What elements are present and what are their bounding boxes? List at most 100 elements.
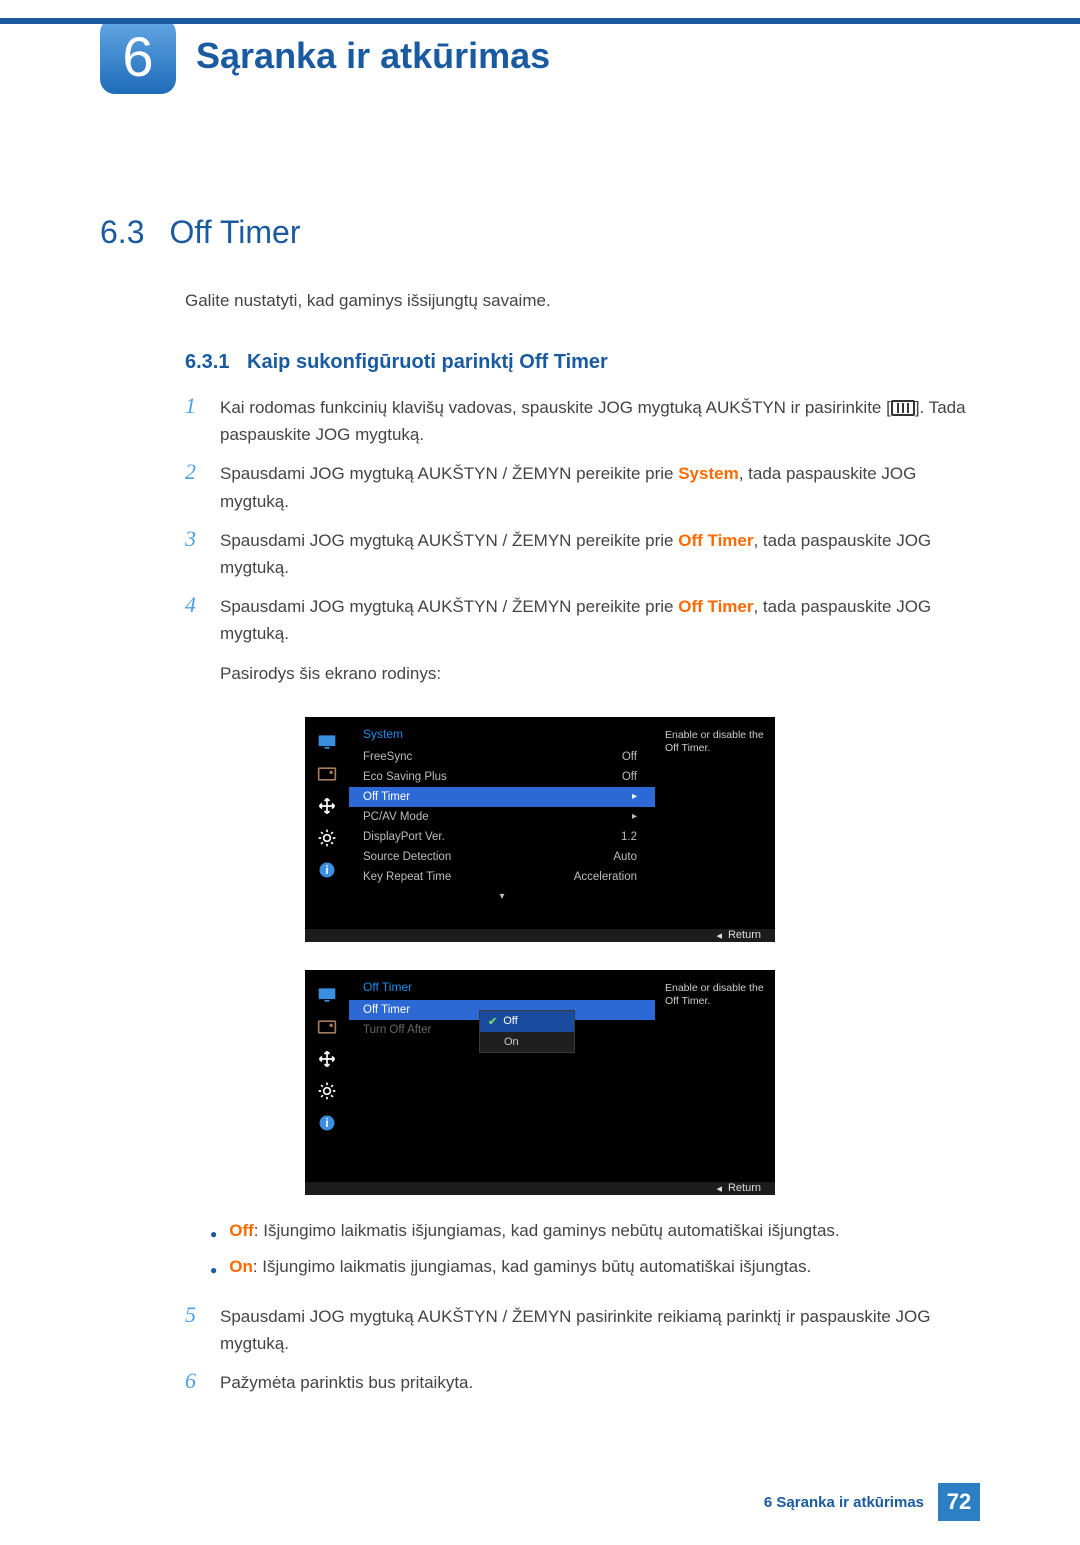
step-2: 2 Spausdami JOG mygtuką AUKŠTYN / ŽEMYN … bbox=[185, 460, 980, 514]
osd-footer: ◂ Return bbox=[305, 1182, 775, 1195]
header-rule bbox=[0, 18, 1080, 24]
step-number: 3 bbox=[185, 527, 205, 581]
highlight-offtimer: Off Timer bbox=[678, 531, 753, 550]
osd-item-source: Source Detection Auto bbox=[349, 847, 655, 867]
step-number: 1 bbox=[185, 394, 205, 448]
highlight-system: System bbox=[678, 464, 738, 483]
bullet-text: On: Išjungimo laikmatis įjungiamas, kad … bbox=[229, 1257, 811, 1283]
osd-item-value: Off bbox=[622, 751, 637, 763]
osd-footer: ◂ Return bbox=[305, 929, 775, 942]
gear-icon bbox=[314, 1080, 340, 1102]
osd-return-label: Return bbox=[728, 1182, 761, 1194]
arrows-icon bbox=[314, 1048, 340, 1070]
highlight-offtimer: Off Timer bbox=[678, 597, 753, 616]
scroll-down-icon: ▾ bbox=[349, 891, 655, 902]
step-5: 5 Spausdami JOG mygtuką AUKŠTYN / ŽEMYN … bbox=[185, 1303, 980, 1357]
info-icon: i bbox=[314, 1112, 340, 1134]
step-text: Spausdami JOG mygtuką AUKŠTYN / ŽEMYN pe… bbox=[220, 464, 678, 483]
step-text: Spausdami JOG mygtuką AUKŠTYN / ŽEMYN pe… bbox=[220, 531, 678, 550]
step-body: Spausdami JOG mygtuką AUKŠTYN / ŽEMYN pe… bbox=[220, 460, 980, 514]
step-body: Spausdami JOG mygtuką AUKŠTYN / ŽEMYN pa… bbox=[220, 1303, 980, 1357]
osd-screenshot-1: i System FreeSyncOff Eco Saving Plus Off … bbox=[305, 717, 775, 1195]
page: 6 Sąranka ir atkūrimas 6.3 Off Timer Gal… bbox=[0, 18, 1080, 1545]
bullet-on: ● On: Išjungimo laikmatis įjungiamas, ka… bbox=[210, 1257, 980, 1283]
step-text: Pasirodys šis ekrano rodinys: bbox=[220, 660, 980, 687]
osd-item-label: DisplayPort Ver. bbox=[363, 831, 445, 843]
osd-dropdown: ✔ Off On bbox=[479, 1010, 575, 1053]
step-number: 2 bbox=[185, 460, 205, 514]
svg-text:i: i bbox=[325, 864, 328, 877]
section-number: 6.3 bbox=[100, 214, 144, 251]
osd-item-value: Off bbox=[622, 771, 637, 783]
bullet-dot-icon: ● bbox=[210, 1257, 217, 1283]
bullet-body: : Išjungimo laikmatis išjungiamas, kad g… bbox=[254, 1221, 840, 1240]
picture-icon bbox=[314, 763, 340, 785]
chapter-header: 6 Sąranka ir atkūrimas bbox=[100, 18, 980, 94]
osd-description: Enable or disable the Off Timer. bbox=[655, 970, 775, 1160]
step-4: 4 Spausdami JOG mygtuką AUKŠTYN / ŽEMYN … bbox=[185, 593, 980, 687]
osd-item-keyrepeat: Key Repeat Time Acceleration bbox=[349, 867, 655, 887]
osd-item-freesync: FreeSyncOff bbox=[349, 747, 655, 767]
osd-items: FreeSyncOff Eco Saving Plus Off Off Timer… bbox=[349, 747, 655, 887]
osd-return-label: Return bbox=[728, 929, 761, 941]
bullet-label: On bbox=[229, 1257, 253, 1276]
step-body: Spausdami JOG mygtuką AUKŠTYN / ŽEMYN pe… bbox=[220, 593, 980, 687]
osd-item-pcav: PC/AV Mode▸ bbox=[349, 807, 655, 827]
subsection-header: 6.3.1 Kaip sukonfigūruoti parinktį Off T… bbox=[185, 351, 980, 374]
osd-panel-2: i Off Timer Off Timer Turn Off After ✔Of… bbox=[305, 970, 775, 1195]
osd-item-value: Acceleration bbox=[574, 871, 637, 883]
chapter-title: Sąranka ir atkūrimas bbox=[196, 35, 550, 77]
osd-item-label: Source Detection bbox=[363, 851, 451, 863]
osd-item-label: Turn Off After bbox=[363, 1024, 431, 1036]
section-title: Off Timer bbox=[169, 214, 300, 251]
menu-icon bbox=[891, 400, 915, 416]
osd-item-offtimer: Off Timer▸ bbox=[349, 787, 655, 807]
bullet-list: ● Off: Išjungimo laikmatis išjungiamas, … bbox=[210, 1221, 980, 1283]
step-body: Spausdami JOG mygtuką AUKŠTYN / ŽEMYN pe… bbox=[220, 527, 980, 581]
steps-list-cont: 5 Spausdami JOG mygtuką AUKŠTYN / ŽEMYN … bbox=[185, 1303, 980, 1397]
bullet-text: Off: Išjungimo laikmatis išjungiamas, ka… bbox=[229, 1221, 839, 1247]
osd-panel: i System FreeSyncOff Eco Saving Plus Off … bbox=[305, 717, 775, 942]
caret-left-icon: ◂ bbox=[716, 1182, 722, 1195]
dropdown-item-off: ✔ Off bbox=[480, 1011, 574, 1032]
dropdown-label: On bbox=[504, 1036, 519, 1048]
osd-item-eco: Eco Saving Plus Off bbox=[349, 767, 655, 787]
bullet-body: : Išjungimo laikmatis įjungiamas, kad ga… bbox=[253, 1257, 811, 1276]
section-intro: Galite nustatyti, kad gaminys išsijungtų… bbox=[185, 291, 980, 311]
osd-title: System bbox=[349, 727, 655, 741]
page-footer: 6 Sąranka ir atkūrimas 72 bbox=[764, 1483, 980, 1521]
osd-item-label: Eco Saving Plus bbox=[363, 771, 447, 783]
osd-description: Enable or disable the Off Timer. bbox=[655, 717, 775, 907]
step-text: Spausdami JOG mygtuką AUKŠTYN / ŽEMYN pe… bbox=[220, 597, 678, 616]
osd-item-dpver: DisplayPort Ver.1.2 bbox=[349, 827, 655, 847]
caret-left-icon: ◂ bbox=[716, 929, 722, 942]
gear-icon bbox=[314, 827, 340, 849]
arrows-icon bbox=[314, 795, 340, 817]
osd-item-value: ▸ bbox=[632, 791, 637, 803]
monitor-icon bbox=[314, 984, 340, 1006]
subsection-title: Kaip sukonfigūruoti parinktį Off Timer bbox=[247, 351, 608, 373]
chapter-number-badge: 6 bbox=[100, 18, 176, 94]
check-icon: ✔ bbox=[488, 1015, 497, 1028]
svg-text:i: i bbox=[325, 1117, 328, 1130]
step-6: 6 Pažymėta parinktis bus pritaikyta. bbox=[185, 1369, 980, 1396]
osd-sidebar-icons: i bbox=[305, 970, 349, 1182]
osd-item-value: ▸ bbox=[632, 811, 637, 823]
step-text: Kai rodomas funkcinių klavišų vadovas, s… bbox=[220, 398, 891, 417]
osd-sidebar-icons: i bbox=[305, 717, 349, 929]
osd-item-value: Auto bbox=[613, 851, 637, 863]
steps-list: 1 Kai rodomas funkcinių klavišų vadovas,… bbox=[185, 394, 980, 687]
step-number: 6 bbox=[185, 1369, 205, 1396]
bullet-label: Off bbox=[229, 1221, 254, 1240]
step-number: 4 bbox=[185, 593, 205, 687]
step-body: Pažymėta parinktis bus pritaikyta. bbox=[220, 1369, 980, 1396]
picture-icon bbox=[314, 1016, 340, 1038]
monitor-icon bbox=[314, 731, 340, 753]
osd-item-label: Off Timer bbox=[363, 1004, 410, 1016]
step-number: 5 bbox=[185, 1303, 205, 1357]
osd-item-label: Key Repeat Time bbox=[363, 871, 451, 883]
step-3: 3 Spausdami JOG mygtuką AUKŠTYN / ŽEMYN … bbox=[185, 527, 980, 581]
bullet-dot-icon: ● bbox=[210, 1221, 217, 1247]
footer-page-number: 72 bbox=[938, 1483, 980, 1521]
dropdown-label: Off bbox=[503, 1015, 517, 1027]
